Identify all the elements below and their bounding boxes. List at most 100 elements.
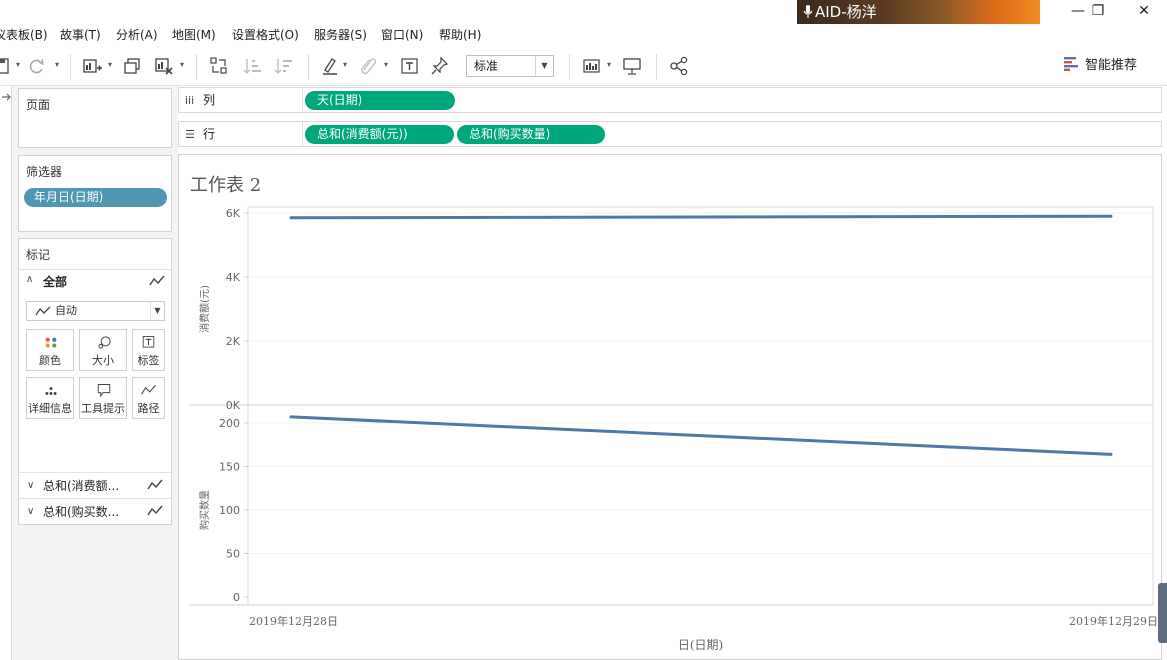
line-mark-icon: [35, 306, 51, 316]
chevron-up-icon[interactable]: ∧: [26, 274, 33, 285]
marks-measure-row[interactable]: ∨ 总和(消费额...: [19, 472, 171, 498]
mark-type-dropdown[interactable]: 自动 ▼: [26, 301, 165, 321]
tableau-window: 仪表板(B) 故事(T) 分析(A) 地图(M) 设置格式(O) 服务器(S) …: [0, 0, 1167, 660]
refresh-dropdown-icon[interactable]: ▾: [55, 60, 59, 69]
clear-sheet-dropdown-icon[interactable]: ▾: [180, 60, 184, 69]
marks-measure-row[interactable]: ∨ 总和(购买数...: [19, 498, 171, 524]
swap-rows-columns-icon[interactable]: [209, 56, 229, 76]
new-worksheet-icon[interactable]: [82, 56, 102, 76]
menu-dashboard[interactable]: 仪表板(B): [0, 26, 48, 43]
fix-axes-pin-icon[interactable]: [430, 56, 450, 76]
marks-card: 标记 ∧ 全部 自动 ▼ 颜色 大小 标签 详细信息 工具提示 路径 ∨ 总和(…: [18, 238, 172, 525]
toolbar-separator: [569, 54, 570, 80]
y-axis-title: 购买数量: [198, 490, 211, 530]
sort-ascending-icon[interactable]: [243, 56, 263, 76]
y-tick-label: 0K: [226, 399, 241, 412]
sort-descending-icon[interactable]: [274, 56, 294, 76]
series-line: [289, 214, 1113, 220]
worksheet-canvas: 工作表 2 0K 2K 4K 6K 消费额(元) 0 50 100 150 200 购买数量 2019…: [178, 154, 1162, 660]
line-mark-icon: [149, 275, 165, 286]
save-icon[interactable]: [0, 56, 14, 76]
label-button[interactable]: 标签: [132, 329, 165, 371]
close-window-button[interactable]: ✕: [1122, 0, 1166, 22]
tooltip-icon: [97, 383, 111, 398]
pane-collapse-icon[interactable]: [1, 92, 11, 102]
y-tick-label: 0: [233, 591, 240, 604]
save-dropdown-icon[interactable]: ▾: [16, 60, 20, 69]
chevron-down-icon: ∨: [27, 506, 35, 517]
duplicate-sheet-icon[interactable]: [122, 56, 142, 76]
y-tick-label: 50: [226, 548, 240, 561]
rows-icon: ☰: [185, 128, 195, 141]
path-button-label: 路径: [137, 402, 160, 415]
rows-shelf-text: 行: [203, 127, 216, 141]
color-button-label: 颜色: [39, 354, 61, 367]
size-button[interactable]: 大小: [79, 329, 127, 371]
color-button[interactable]: 颜色: [26, 329, 74, 371]
scrollbar-tab[interactable]: [1158, 583, 1167, 643]
y-tick-label: 2K: [226, 335, 241, 348]
presentation-mode-icon[interactable]: [622, 56, 642, 76]
menu-story[interactable]: 故事(T): [60, 26, 101, 43]
line-mark-icon: [147, 505, 163, 516]
group-dropdown-icon[interactable]: ▾: [384, 60, 388, 69]
group-members-icon[interactable]: [358, 56, 378, 76]
path-button[interactable]: 路径: [132, 377, 165, 419]
tooltip-button[interactable]: 工具提示: [79, 377, 127, 419]
columns-shelf-label: iii 列: [185, 88, 303, 112]
fit-dropdown[interactable]: 标准 ▼: [466, 55, 554, 77]
highlight-icon[interactable]: [320, 56, 340, 76]
y-tick-label: 100: [219, 504, 240, 517]
toolbar: ▾ ▾ ▾ ▾ ▾ ▾ 标准 ▼ ▾ 智能推荐: [0, 46, 1167, 86]
columns-shelf-text: 列: [203, 93, 216, 107]
detail-button-label: 详细信息: [28, 402, 72, 415]
marks-card-title: 标记: [26, 248, 51, 262]
rows-shelf[interactable]: ☰ 行 总和(消费额(元)) 总和(购买数量): [178, 121, 1162, 147]
menu-bar: 仪表板(B) 故事(T) 分析(A) 地图(M) 设置格式(O) 服务器(S) …: [0, 0, 1167, 46]
show-cards-icon[interactable]: [582, 56, 602, 76]
rows-shelf-label: ☰ 行: [185, 122, 303, 146]
share-icon[interactable]: [669, 56, 689, 76]
filters-card[interactable]: 筛选器 年月日(日期): [18, 155, 172, 232]
rows-pill-quantity[interactable]: 总和(购买数量): [457, 125, 605, 144]
toolbar-separator: [196, 54, 197, 80]
show-me-label: 智能推荐: [1085, 58, 1138, 73]
y-tick-label: 150: [219, 461, 240, 474]
filter-pill-date[interactable]: 年月日(日期): [24, 188, 167, 207]
show-labels-icon[interactable]: [400, 56, 420, 76]
new-worksheet-dropdown-icon[interactable]: ▾: [108, 60, 112, 69]
pages-card[interactable]: 页面: [18, 88, 172, 148]
rows-pill-amount[interactable]: 总和(消费额(元)): [305, 125, 454, 144]
refresh-icon[interactable]: [27, 56, 47, 76]
menu-help[interactable]: 帮助(H): [439, 26, 481, 43]
detail-dots-icon: [45, 387, 57, 395]
line-mark-icon: [147, 479, 163, 490]
microphone-icon: [803, 5, 813, 18]
restore-button[interactable]: ❐: [1076, 0, 1120, 22]
show-me-button[interactable]: 智能推荐: [1064, 56, 1137, 76]
clear-sheet-icon[interactable]: [154, 56, 174, 76]
show-cards-dropdown-icon[interactable]: ▾: [607, 60, 611, 69]
data-pane-edge: [0, 86, 12, 660]
toolbar-separator: [70, 54, 71, 80]
highlight-dropdown-icon[interactable]: ▾: [343, 60, 347, 69]
menu-server[interactable]: 服务器(S): [314, 26, 367, 43]
x-axis-title: 日(日期): [678, 638, 723, 652]
user-badge: AID-杨洋: [797, 0, 1040, 24]
chevron-down-icon: ▼: [150, 302, 164, 320]
size-button-label: 大小: [92, 354, 114, 367]
menu-analysis[interactable]: 分析(A): [116, 26, 158, 43]
tooltip-button-label: 工具提示: [81, 402, 125, 415]
marks-all-label[interactable]: 全部: [43, 273, 67, 290]
menu-map[interactable]: 地图(M): [172, 26, 216, 43]
menu-window[interactable]: 窗口(N): [381, 26, 423, 43]
detail-button[interactable]: 详细信息: [26, 377, 74, 419]
y-tick-label: 200: [219, 417, 240, 430]
filters-card-title: 筛选器: [26, 165, 63, 179]
columns-shelf[interactable]: iii 列 天(日期): [178, 87, 1162, 113]
menu-format[interactable]: 设置格式(O): [232, 26, 299, 43]
mark-type-value: 自动: [55, 304, 77, 317]
user-badge-label: AID-杨洋: [815, 3, 877, 21]
toolbar-separator: [656, 54, 657, 80]
columns-pill-day[interactable]: 天(日期): [305, 91, 455, 110]
